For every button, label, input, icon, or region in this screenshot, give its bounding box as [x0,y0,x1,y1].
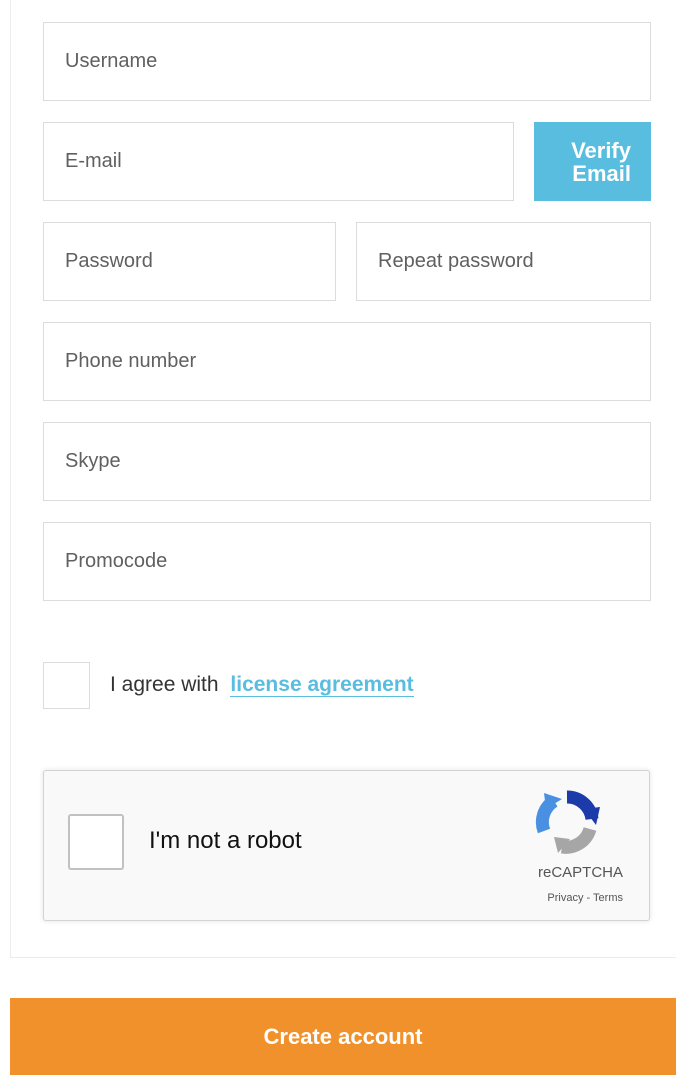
verify-email-button[interactable]: Verify Email [534,122,651,201]
recaptcha-widget: I'm not a robot reCAPTCHA Privacy - Term… [43,770,650,921]
recaptcha-links: Privacy - Terms [547,892,623,904]
recaptcha-links-separator: - [583,892,594,904]
email-input[interactable] [43,122,514,201]
repeat-password-input[interactable] [356,222,651,301]
recaptcha-brand: reCAPTCHA [537,864,623,881]
recaptcha-checkbox[interactable] [68,814,124,870]
license-agreement-prefix: I agree with [110,673,219,696]
promocode-input[interactable] [43,522,651,601]
password-input[interactable] [43,222,336,301]
recaptcha-label: I'm not a robot [149,827,302,854]
username-input[interactable] [43,22,651,101]
phone-number-input[interactable] [43,322,651,401]
recaptcha-privacy-link[interactable]: Privacy [547,892,583,904]
license-agreement-link[interactable]: license agreement [230,673,414,697]
license-agreement-text: I agree with license agreement [110,671,414,699]
skype-input[interactable] [43,422,651,501]
create-account-button[interactable]: Create account [10,998,676,1075]
recaptcha-terms-link[interactable]: Terms [593,892,623,904]
license-agreement-checkbox[interactable] [43,662,90,709]
recaptcha-logo-icon [535,790,600,854]
